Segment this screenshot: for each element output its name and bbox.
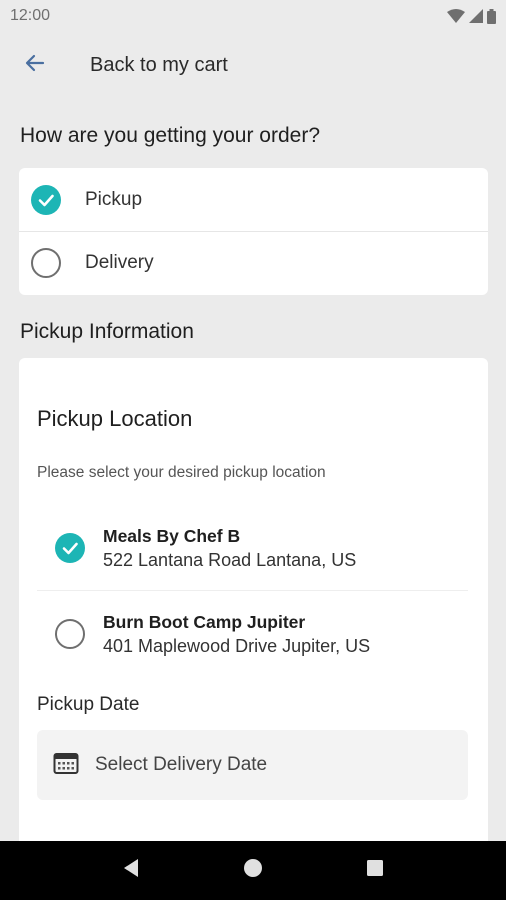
- location-address: 522 Lantana Road Lantana, US: [103, 549, 357, 570]
- battery-icon: [487, 8, 496, 24]
- radio-checked-icon: [55, 533, 85, 563]
- wifi-icon: [447, 9, 465, 23]
- back-button[interactable]: [0, 40, 70, 90]
- pickup-date-label: Pickup Date: [37, 694, 140, 715]
- recents-square-icon: [366, 859, 384, 882]
- nav-back-button[interactable]: [111, 851, 151, 891]
- pickup-date-placeholder: Select Delivery Date: [95, 754, 268, 775]
- delivery-option[interactable]: Delivery: [19, 231, 488, 294]
- pickup-date-field[interactable]: Select Delivery Date: [37, 730, 468, 800]
- back-triangle-icon: [122, 858, 140, 883]
- system-nav-bar: [0, 841, 506, 900]
- location-name: Meals By Chef B: [103, 525, 241, 546]
- pickup-location-title: Pickup Location: [37, 406, 193, 431]
- calendar-icon: [53, 751, 79, 780]
- home-circle-icon: [243, 858, 263, 883]
- pickup-info-heading: Pickup Information: [20, 320, 194, 343]
- status-icons: [447, 8, 496, 24]
- fulfillment-heading: How are you getting your order?: [20, 124, 320, 147]
- status-bar: 12:00: [0, 0, 506, 32]
- location-address: 401 Maplewood Drive Jupiter, US: [103, 635, 371, 656]
- pickup-info-card: Pickup Location Please select your desir…: [19, 358, 488, 858]
- location-option-burn-boot-camp-jupiter[interactable]: Burn Boot Camp Jupiter 401 Maplewood Dri…: [37, 592, 468, 676]
- radio-unchecked-icon: [55, 619, 85, 649]
- nav-home-button[interactable]: [233, 851, 273, 891]
- cell-signal-icon: [469, 9, 483, 23]
- radio-checked-icon: [31, 184, 61, 215]
- location-option-meals-by-chef-b[interactable]: Meals By Chef B 522 Lantana Road Lantana…: [37, 506, 468, 590]
- app-bar: Back to my cart: [0, 40, 506, 90]
- arrow-left-icon: [23, 51, 47, 80]
- location-text: Meals By Chef B 522 Lantana Road Lantana…: [103, 526, 356, 571]
- back-to-cart-link[interactable]: Back to my cart: [90, 54, 228, 77]
- location-divider: [37, 590, 468, 591]
- pickup-option-label: Pickup: [85, 188, 143, 210]
- location-text: Burn Boot Camp Jupiter 401 Maplewood Dri…: [103, 612, 370, 657]
- location-name: Burn Boot Camp Jupiter: [103, 611, 306, 632]
- radio-unchecked-icon: [31, 248, 61, 278]
- delivery-option-label: Delivery: [85, 252, 154, 273]
- pickup-location-subtitle: Please select your desired pickup locati…: [37, 464, 326, 481]
- nav-recents-button[interactable]: [355, 851, 395, 891]
- pickup-option[interactable]: Pickup: [19, 168, 488, 231]
- status-time: 12:00: [10, 7, 51, 24]
- fulfillment-card: Pickup Delivery: [19, 168, 488, 295]
